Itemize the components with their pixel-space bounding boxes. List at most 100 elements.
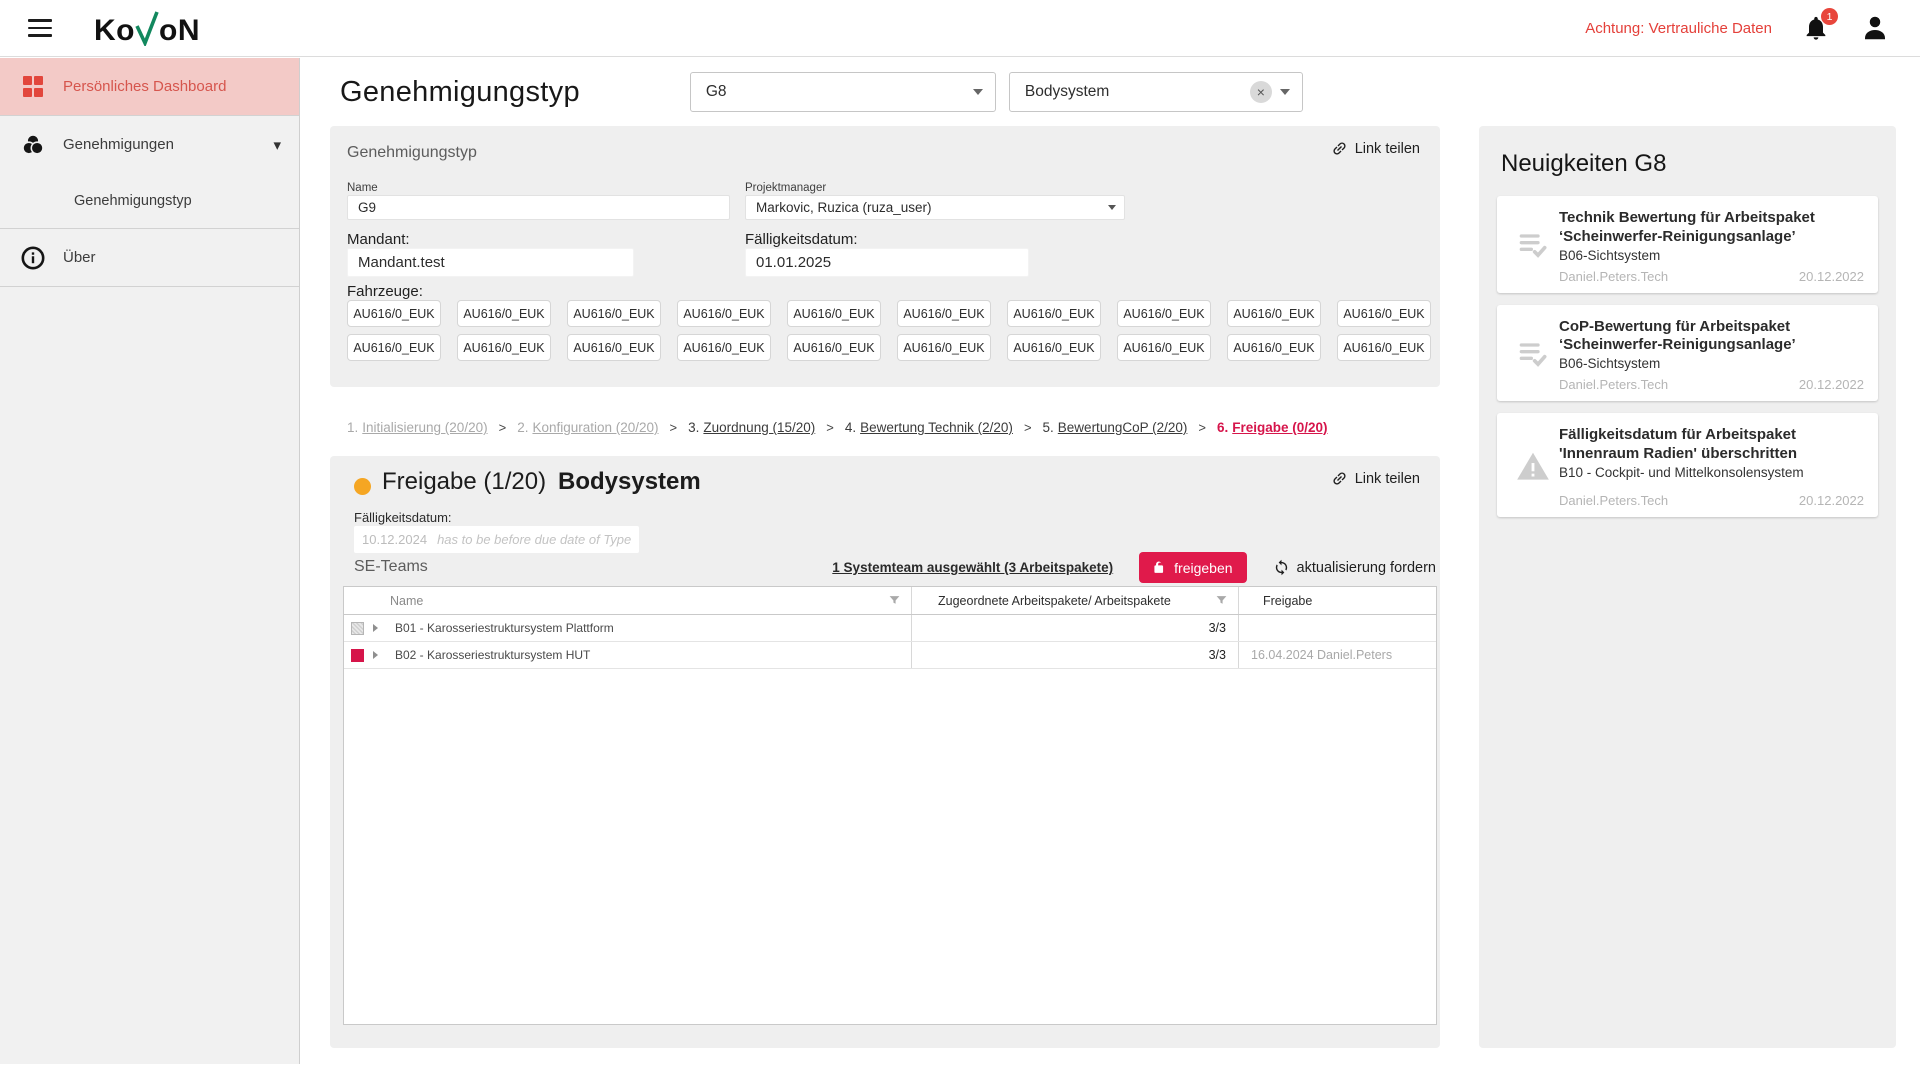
- step-konfiguration[interactable]: 2. Konfiguration (20/20): [517, 420, 658, 435]
- sidebar-item-ueber[interactable]: Über: [0, 229, 299, 286]
- table-header: Name Zugeordnete Arbeitspakete/ Arbeitsp…: [344, 587, 1436, 615]
- share-link-label: Link teilen: [1355, 141, 1420, 157]
- vehicle-chip[interactable]: AU616/0_EUK: [897, 300, 991, 327]
- vehicle-chip[interactable]: AU616/0_EUK: [1007, 334, 1101, 361]
- due-date-field[interactable]: 01.01.2025: [745, 248, 1029, 277]
- logo-text-prefix: Ko: [94, 16, 135, 46]
- step-number: 6.: [1217, 420, 1228, 435]
- selection-link[interactable]: 1 Systemteam ausgewählt (3 Arbeitspakete…: [832, 560, 1113, 575]
- news-card[interactable]: CoP-Bewertung für Arbeitspaket ‘Scheinwe…: [1497, 305, 1878, 402]
- dashboard-icon: [18, 76, 48, 97]
- vehicle-chip[interactable]: AU616/0_EUK: [897, 334, 991, 361]
- notifications-button[interactable]: 1: [1802, 14, 1830, 42]
- news-item-title: Technik Bewertung für Arbeitspaket ‘Sche…: [1559, 209, 1864, 247]
- clear-icon[interactable]: ×: [1250, 81, 1272, 103]
- vehicle-chip[interactable]: AU616/0_EUK: [1337, 300, 1431, 327]
- name-input[interactable]: G9: [347, 195, 730, 220]
- mandant-label: Mandant:: [347, 231, 410, 248]
- user-menu-button[interactable]: [1860, 13, 1890, 43]
- news-item-subtitle: B10 - Cockpit- und Mittelkonsolensystem: [1559, 465, 1864, 480]
- mandant-value: Mandant.test: [358, 254, 445, 271]
- table-row[interactable]: B02 - Karosseriestruktursystem HUT 3/3 1…: [344, 642, 1436, 669]
- system-select[interactable]: Bodysystem ×: [1009, 72, 1303, 112]
- row-status-checkbox[interactable]: [351, 649, 364, 662]
- vehicle-chip[interactable]: AU616/0_EUK: [1117, 300, 1211, 327]
- expand-row-icon[interactable]: [373, 624, 378, 632]
- vehicle-chip[interactable]: AU616/0_EUK: [677, 300, 771, 327]
- sidebar-item-label: Über: [63, 249, 96, 266]
- share-link-button[interactable]: Link teilen: [1331, 470, 1420, 487]
- refresh-button[interactable]: aktualisierung fordern: [1273, 559, 1436, 576]
- release-subtitle: Bodysystem: [558, 468, 701, 496]
- vehicle-chip[interactable]: AU616/0_EUK: [347, 300, 441, 327]
- name-value: G9: [358, 200, 376, 215]
- vehicle-chip[interactable]: AU616/0_EUK: [457, 334, 551, 361]
- step-label: BewertungCoP (2/20): [1058, 420, 1188, 435]
- mandant-field[interactable]: Mandant.test: [347, 248, 634, 277]
- news-title: Neuigkeiten G8: [1501, 150, 1878, 178]
- news-item-subtitle: B06-Sichtsystem: [1559, 248, 1864, 263]
- release-due-hint: has to be before due date of Type: [437, 532, 631, 547]
- sidebar-subitem-label: Genehmigungstyp: [74, 193, 192, 209]
- expand-row-icon[interactable]: [373, 651, 378, 659]
- due-date-value: 01.01.2025: [756, 254, 831, 271]
- sidebar-item-genehmigungen[interactable]: Genehmigungen ▾: [0, 116, 299, 173]
- menu-icon[interactable]: [28, 19, 52, 37]
- release-info: 16.04.2024 Daniel.Peters: [1251, 648, 1392, 662]
- sidebar-item-dashboard[interactable]: Persönliches Dashboard: [0, 58, 299, 115]
- divider: [0, 286, 299, 287]
- system-value: Bodysystem: [1025, 83, 1250, 101]
- release-due-input[interactable]: 10.12.2024 has to be before due date of …: [354, 526, 639, 553]
- news-card[interactable]: Fälligkeitsdatum für Arbeitspaket 'Innen…: [1497, 413, 1878, 517]
- approval-type-card: Genehmigungstyp Link teilen Name G9 Proj…: [330, 126, 1440, 387]
- vehicle-chip[interactable]: AU616/0_EUK: [567, 334, 661, 361]
- vehicle-chip[interactable]: AU616/0_EUK: [1227, 300, 1321, 327]
- step-label: Bewertung Technik (2/20): [860, 420, 1013, 435]
- team-name: B01 - Karosseriestruktursystem Plattform: [395, 621, 614, 635]
- share-link-button[interactable]: Link teilen: [1331, 140, 1420, 157]
- step-zuordnung[interactable]: 3. Zuordnung (15/20): [688, 420, 815, 435]
- row-status-checkbox[interactable]: [351, 622, 364, 635]
- share-link-label: Link teilen: [1355, 471, 1420, 487]
- vehicle-chip[interactable]: AU616/0_EUK: [457, 300, 551, 327]
- vehicle-chip[interactable]: AU616/0_EUK: [1227, 334, 1321, 361]
- step-freigabe[interactable]: 6. Freigabe (0/20): [1217, 420, 1328, 435]
- sidebar-item-label: Genehmigungen: [63, 136, 174, 153]
- news-item-subtitle: B06-Sichtsystem: [1559, 356, 1864, 371]
- vehicle-chip[interactable]: AU616/0_EUK: [1337, 334, 1431, 361]
- vehicle-chip[interactable]: AU616/0_EUK: [1117, 334, 1211, 361]
- step-separator: >: [499, 420, 507, 435]
- filter-icon[interactable]: [1215, 594, 1228, 607]
- step-bewertung-cop[interactable]: 5. BewertungCoP (2/20): [1043, 420, 1188, 435]
- step-label: Zuordnung (15/20): [703, 420, 815, 435]
- approval-type-value: G8: [706, 83, 965, 101]
- sidebar-item-label: Persönliches Dashboard: [63, 78, 226, 95]
- refresh-button-label: aktualisierung fordern: [1297, 560, 1436, 576]
- news-panel: Neuigkeiten G8 Technik Bewertung für Arb…: [1479, 126, 1896, 1048]
- projektmanager-select[interactable]: Markovic, Ruzica (ruza_user): [745, 195, 1125, 220]
- vehicle-chip[interactable]: AU616/0_EUK: [347, 334, 441, 361]
- release-button[interactable]: freigeben: [1139, 552, 1246, 583]
- step-number: 5.: [1043, 420, 1054, 435]
- vehicle-chip[interactable]: AU616/0_EUK: [787, 300, 881, 327]
- step-separator: >: [670, 420, 678, 435]
- card-title: Genehmigungstyp: [347, 144, 477, 162]
- approval-type-select[interactable]: G8: [690, 72, 996, 112]
- news-card[interactable]: Technik Bewertung für Arbeitspaket ‘Sche…: [1497, 196, 1878, 293]
- vehicle-chip[interactable]: AU616/0_EUK: [787, 334, 881, 361]
- step-number: 4.: [845, 420, 856, 435]
- vehicle-chip[interactable]: AU616/0_EUK: [677, 334, 771, 361]
- table-row[interactable]: B01 - Karosseriestruktursystem Plattform…: [344, 615, 1436, 642]
- vehicles-label: Fahrzeuge:: [347, 283, 423, 300]
- release-card: Freigabe (1/20) Bodysystem Link teilen F…: [330, 456, 1440, 1048]
- vehicle-chip[interactable]: AU616/0_EUK: [1007, 300, 1101, 327]
- step-initialisierung[interactable]: 1. Initialisierung (20/20): [347, 420, 488, 435]
- notification-badge: 1: [1821, 8, 1838, 25]
- sidebar-subitem-genehmigungstyp[interactable]: Genehmigungstyp: [0, 173, 299, 228]
- vehicle-chip[interactable]: AU616/0_EUK: [567, 300, 661, 327]
- sidebar: Persönliches Dashboard Genehmigungen ▾ G…: [0, 58, 300, 1064]
- packages-count: 3/3: [1209, 621, 1226, 635]
- step-bewertung-technik[interactable]: 4. Bewertung Technik (2/20): [845, 420, 1013, 435]
- release-due-value: 10.12.2024: [362, 532, 427, 547]
- filter-icon[interactable]: [888, 594, 901, 607]
